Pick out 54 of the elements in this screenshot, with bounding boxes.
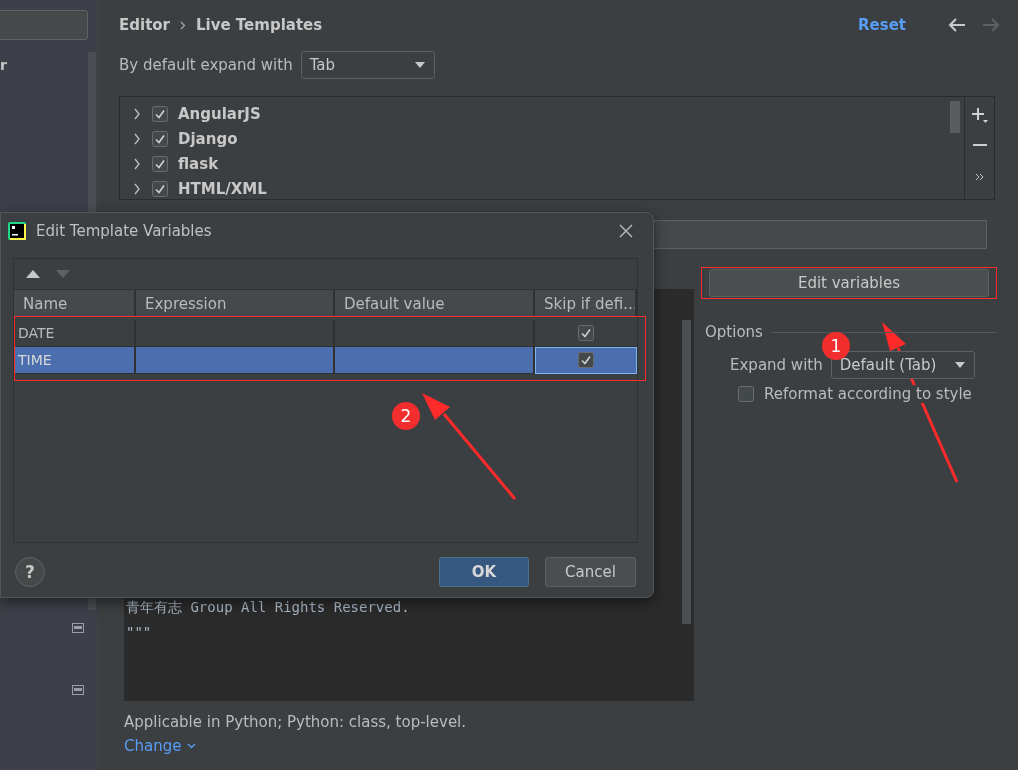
column-header[interactable]: Expression bbox=[136, 290, 335, 317]
search-field[interactable] bbox=[0, 10, 88, 40]
checkbox[interactable] bbox=[152, 130, 168, 147]
close-icon[interactable] bbox=[619, 224, 633, 238]
window-icon bbox=[72, 685, 84, 695]
checkbox[interactable] bbox=[738, 386, 754, 402]
table-row[interactable]: TIME bbox=[14, 347, 637, 374]
edit-variables-button[interactable]: Edit variables bbox=[709, 269, 989, 297]
move-up-icon[interactable] bbox=[26, 270, 40, 278]
column-header[interactable]: Name bbox=[14, 290, 136, 317]
dialog-title: Edit Template Variables bbox=[36, 222, 212, 240]
cancel-button[interactable]: Cancel bbox=[545, 557, 636, 587]
expand-label: By default expand with bbox=[119, 56, 293, 74]
column-header[interactable]: Default value bbox=[335, 290, 535, 317]
reset-link[interactable]: Reset bbox=[858, 16, 906, 34]
breadcrumb-item[interactable]: Editor bbox=[119, 16, 170, 34]
tree-item[interactable]: AngularJS bbox=[178, 104, 261, 123]
caret-icon bbox=[187, 743, 197, 749]
checkbox[interactable] bbox=[152, 155, 168, 172]
help-button[interactable]: ? bbox=[15, 557, 45, 587]
sidebar-item[interactable]: r bbox=[0, 57, 88, 73]
code-line: 青年有志 Group All Rights Reserved. bbox=[126, 598, 411, 617]
reformat-label: Reformat according to style bbox=[764, 385, 972, 403]
ok-button[interactable]: OK bbox=[439, 557, 529, 587]
checkbox[interactable] bbox=[578, 325, 594, 341]
expand-dropdown[interactable]: Tab bbox=[300, 51, 435, 79]
breadcrumb-item[interactable]: Live Templates bbox=[196, 16, 323, 34]
chevron-icon bbox=[180, 20, 186, 30]
checkbox[interactable] bbox=[152, 180, 168, 197]
checkbox[interactable] bbox=[152, 105, 168, 122]
expand-with-label: Expand with bbox=[730, 356, 823, 374]
caret-icon bbox=[953, 361, 966, 369]
code-line: """ bbox=[126, 623, 153, 642]
add-icon[interactable] bbox=[970, 107, 989, 125]
expand-chevron-icon[interactable] bbox=[132, 182, 142, 195]
more-icon[interactable] bbox=[974, 173, 985, 181]
checkbox[interactable] bbox=[578, 352, 594, 368]
expand-with-dropdown[interactable]: Default (Tab) bbox=[830, 351, 975, 379]
expand-chevron-icon[interactable] bbox=[132, 107, 142, 120]
applicable-text: Applicable in Python; Python: class, top-level. bbox=[124, 713, 468, 731]
tree-item[interactable]: Django bbox=[178, 129, 238, 148]
scrollbar-thumb[interactable] bbox=[682, 320, 691, 624]
window-icon bbox=[72, 623, 84, 633]
app-logo-icon bbox=[8, 222, 26, 240]
options-title: Options bbox=[705, 323, 763, 341]
change-link[interactable]: Change bbox=[124, 737, 197, 755]
expand-chevron-icon[interactable] bbox=[132, 157, 142, 170]
scrollbar-thumb[interactable] bbox=[950, 101, 960, 133]
caret-icon bbox=[413, 61, 426, 69]
back-arrow-icon[interactable] bbox=[948, 18, 966, 32]
tree-item[interactable]: flask bbox=[178, 154, 219, 173]
tree-item[interactable]: HTML/XML bbox=[178, 179, 267, 198]
remove-icon[interactable] bbox=[972, 143, 987, 147]
expand-chevron-icon[interactable] bbox=[132, 132, 142, 145]
